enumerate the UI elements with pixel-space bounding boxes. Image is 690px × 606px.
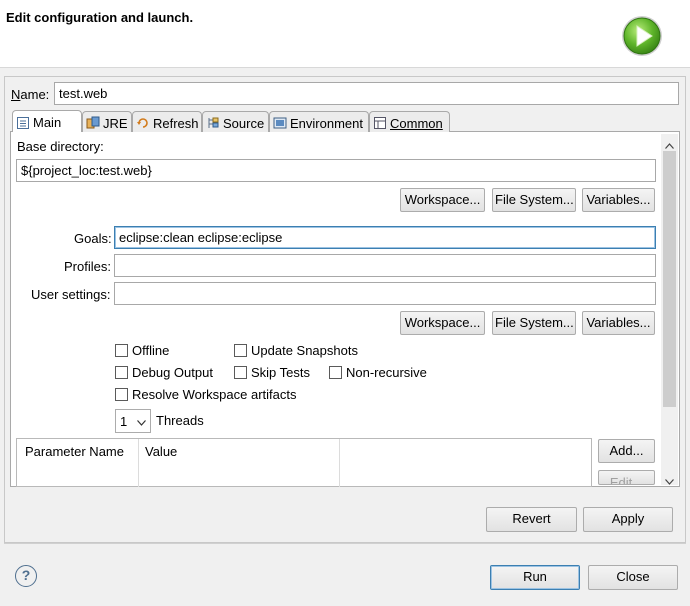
- checkbox-box[interactable]: [234, 366, 247, 379]
- user-settings-label: User settings:: [31, 287, 111, 302]
- tab-common[interactable]: Common: [369, 111, 450, 132]
- source-icon: [206, 116, 220, 130]
- update-snapshots-checkbox[interactable]: Update Snapshots: [234, 343, 358, 358]
- edit-parameter-button[interactable]: Edit...: [598, 470, 655, 485]
- tab-source-label: Source: [223, 115, 265, 131]
- scrollbar-thumb[interactable]: [663, 151, 676, 407]
- tab-environment-label: Environment: [290, 115, 363, 131]
- jre-icon: [86, 116, 100, 130]
- resolve-workspace-checkbox[interactable]: Resolve Workspace artifacts: [115, 387, 297, 402]
- column-separator: [138, 439, 139, 487]
- user-settings-input[interactable]: [114, 282, 656, 305]
- profiles-label: Profiles:: [64, 259, 111, 274]
- profiles-input[interactable]: [114, 254, 656, 277]
- variables-button-1[interactable]: Variables...: [582, 188, 655, 212]
- tab-panel: [10, 131, 680, 487]
- main-tab-icon: [16, 116, 30, 130]
- column-header-value[interactable]: Value: [145, 444, 177, 459]
- file-system-button-2[interactable]: File System...: [492, 311, 576, 335]
- non-recursive-checkbox[interactable]: Non-recursive: [329, 365, 427, 380]
- goals-label: Goals:: [74, 231, 112, 246]
- run-button[interactable]: Run: [490, 565, 580, 590]
- checkbox-box[interactable]: [115, 388, 128, 401]
- debug-output-label: Debug Output: [132, 365, 213, 380]
- variables-button-2[interactable]: Variables...: [582, 311, 655, 335]
- column-header-parameter-name[interactable]: Parameter Name: [25, 444, 124, 459]
- apply-button[interactable]: Apply: [583, 507, 673, 532]
- name-label: Name:: [11, 87, 50, 102]
- footer-divider: [4, 543, 686, 544]
- name-input[interactable]: test.web: [54, 82, 679, 105]
- tab-refresh-label: Refresh: [153, 115, 199, 131]
- add-parameter-button[interactable]: Add...: [598, 439, 655, 463]
- threads-label: Threads: [156, 413, 204, 428]
- common-icon: [373, 116, 387, 130]
- scroll-down-arrow-icon[interactable]: [665, 473, 674, 488]
- chevron-down-icon: [137, 414, 146, 429]
- tab-main-label: Main: [33, 115, 62, 130]
- workspace-button-1[interactable]: Workspace...: [400, 188, 485, 212]
- environment-icon: [273, 116, 287, 130]
- revert-button[interactable]: Revert: [486, 507, 577, 532]
- vertical-scrollbar[interactable]: [661, 134, 678, 485]
- checkbox-box[interactable]: [115, 366, 128, 379]
- parameter-table[interactable]: Parameter Name Value: [16, 438, 592, 487]
- tab-common-label: Common: [390, 115, 443, 131]
- dialog-title: Edit configuration and launch.: [6, 10, 194, 25]
- refresh-icon: [136, 116, 150, 130]
- help-icon[interactable]: ?: [15, 565, 37, 587]
- tab-environment[interactable]: Environment: [269, 111, 369, 132]
- resolve-workspace-label: Resolve Workspace artifacts: [132, 387, 297, 402]
- debug-output-checkbox[interactable]: Debug Output: [115, 365, 213, 380]
- tab-jre[interactable]: JRE: [82, 111, 132, 132]
- tab-jre-label: JRE: [103, 115, 128, 131]
- goals-input[interactable]: eclipse:clean eclipse:eclipse: [114, 226, 656, 249]
- update-snapshots-label: Update Snapshots: [251, 343, 358, 358]
- tab-refresh[interactable]: Refresh: [132, 111, 202, 132]
- checkbox-box[interactable]: [234, 344, 247, 357]
- base-directory-label: Base directory:: [17, 139, 104, 154]
- offline-checkbox[interactable]: Offline: [115, 343, 169, 358]
- close-button[interactable]: Close: [588, 565, 678, 590]
- skip-tests-checkbox[interactable]: Skip Tests: [234, 365, 310, 380]
- workspace-button-2[interactable]: Workspace...: [400, 311, 485, 335]
- scroll-up-arrow-icon[interactable]: [665, 137, 674, 152]
- tab-source[interactable]: Source: [202, 111, 269, 132]
- threads-select[interactable]: 1: [115, 409, 151, 433]
- base-directory-input[interactable]: ${project_loc:test.web}: [16, 159, 656, 182]
- threads-value: 1: [120, 413, 128, 429]
- checkbox-box[interactable]: [329, 366, 342, 379]
- offline-label: Offline: [132, 343, 170, 358]
- file-system-button-1[interactable]: File System...: [492, 188, 576, 212]
- run-launch-icon: [620, 14, 664, 58]
- column-separator: [339, 439, 340, 487]
- checkbox-box[interactable]: [115, 344, 128, 357]
- tab-main[interactable]: Main: [12, 110, 82, 132]
- skip-tests-label: Skip Tests: [251, 365, 311, 380]
- non-recursive-label: Non-recursive: [346, 365, 427, 380]
